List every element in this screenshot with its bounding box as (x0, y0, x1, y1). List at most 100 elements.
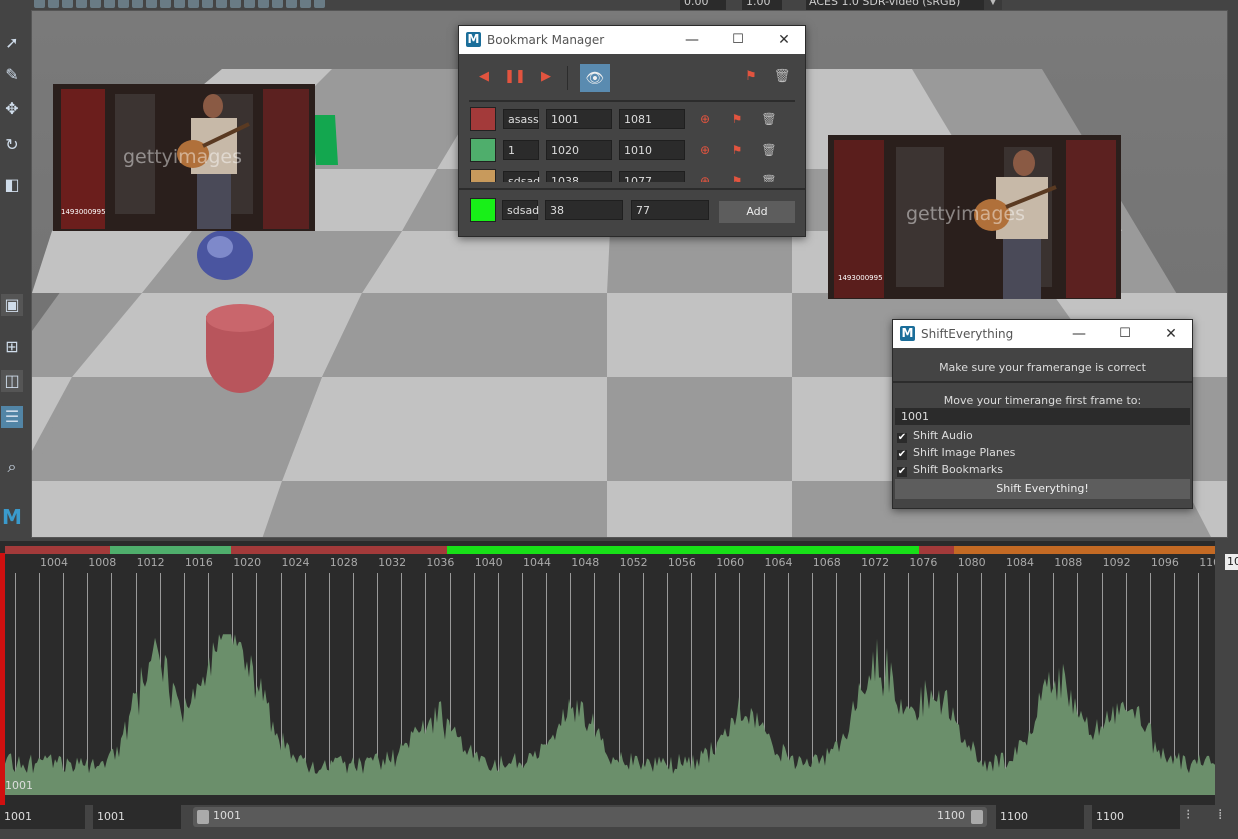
chevron-down-icon[interactable]: ▼ (984, 0, 1002, 10)
delete-icon[interactable]: 🗑 (760, 172, 778, 182)
delete-icon[interactable]: 🗑 (760, 141, 778, 159)
bookmark-icon[interactable]: ⚑ (740, 66, 762, 88)
texture-icon[interactable] (230, 0, 241, 8)
bookmark-end-field[interactable]: 1081 (619, 109, 685, 129)
lasso-icon[interactable] (48, 0, 59, 8)
frame-range-icon[interactable]: ⊕ (696, 110, 714, 128)
bookmark-name-field[interactable]: sdsad (503, 171, 540, 182)
layout-single-icon[interactable]: ▣ (1, 294, 23, 316)
bookmark-bar-lime[interactable] (447, 546, 919, 554)
bookmark-bar-red[interactable] (5, 546, 110, 554)
maximize-button[interactable]: ☐ (1102, 320, 1148, 348)
image-plane-right[interactable]: gettyimages 1493000995 (828, 135, 1121, 299)
light-icon[interactable] (244, 0, 255, 8)
new-bookmark-start-field[interactable]: 38 (545, 200, 623, 220)
checkmark-icon[interactable]: ✔ (897, 467, 907, 477)
film-gate-icon[interactable] (188, 0, 199, 8)
first-frame-input[interactable]: 1001 (895, 408, 1190, 425)
bookmark-color-swatch[interactable] (470, 138, 496, 162)
close-button[interactable]: ✕ (1148, 320, 1194, 348)
animation-start-field[interactable]: 1001 (0, 805, 85, 829)
shift-bookmarks-checkbox[interactable]: ✔ Shift Bookmarks (897, 462, 1003, 477)
bookmark-manager-titlebar[interactable]: M Bookmark Manager — ☐ ✕ (459, 26, 805, 54)
settings-icon[interactable] (146, 0, 157, 8)
playback-options-icon[interactable]: ⁝ (1186, 807, 1190, 823)
bookmark-color-swatch[interactable] (470, 169, 496, 182)
bookmark-row[interactable]: sdsad 1038 1077 ⊕ ⚑ 🗑 (469, 164, 787, 182)
layout-two-icon[interactable]: ◫ (1, 370, 23, 392)
bookmark-row[interactable]: 1 1020 1010 ⊕ ⚑ 🗑 (469, 133, 787, 162)
next-bookmark-icon[interactable]: ▶ (535, 66, 557, 88)
range-slider[interactable]: 1001 1100 (193, 807, 987, 827)
toolbar-icons[interactable] (34, 0, 325, 10)
ao-icon[interactable] (272, 0, 283, 8)
time-slider[interactable]: 1004 1008 1012 1016 1020 1024 1028 1032 1036 1040… (0, 541, 1238, 805)
snap-point-icon[interactable] (104, 0, 115, 8)
previous-bookmark-icon[interactable]: ◀ (473, 66, 495, 88)
pause-icon[interactable]: ❚❚ (504, 66, 526, 88)
snap-curve-icon[interactable] (90, 0, 101, 8)
bookmark-start-field[interactable]: 1001 (546, 109, 612, 129)
layout-outliner-icon[interactable]: ☰ (1, 406, 23, 428)
render-icon[interactable] (118, 0, 129, 8)
maximize-button[interactable]: ☐ (715, 26, 761, 54)
scroll-up-icon[interactable]: ▲ (794, 104, 795, 114)
animation-end-field[interactable]: 1100 (1092, 805, 1180, 829)
bookmark-bar-orange[interactable] (954, 546, 1215, 554)
scroll-icon[interactable]: ⁞ (1218, 807, 1222, 823)
frame-range-icon[interactable]: ⊕ (696, 172, 714, 182)
colorspace-select[interactable]: ACES 1.0 SDR-video (sRGB) ▼ (806, 0, 1002, 10)
scroll-down-icon[interactable]: ▼ (794, 172, 795, 182)
playback-start-field[interactable]: 1001 (93, 805, 181, 829)
shift-audio-checkbox[interactable]: ✔ Shift Audio (897, 428, 973, 443)
add-button[interactable]: Add (719, 201, 795, 223)
shadow-icon[interactable] (258, 0, 269, 8)
trash-icon[interactable]: 🗑 (771, 66, 793, 88)
gamma-field[interactable]: 1.00 (742, 0, 782, 10)
camera-icon[interactable] (160, 0, 171, 8)
range-end-handle[interactable] (971, 810, 983, 824)
bookmark-bar-red[interactable] (231, 546, 447, 554)
shift-image-planes-checkbox[interactable]: ✔ Shift Image Planes (897, 445, 1015, 460)
bookmark-start-field[interactable]: 1020 (546, 140, 612, 160)
bookmark-icon[interactable]: ⚑ (728, 141, 746, 159)
grid-icon[interactable] (174, 0, 185, 8)
wireframe-icon[interactable] (202, 0, 213, 8)
visibility-eye-icon[interactable]: 👁 (580, 64, 610, 92)
exposure-icon[interactable] (314, 0, 325, 8)
image-plane-left[interactable]: gettyimages 1493000995 (53, 84, 315, 231)
scale-tool-icon[interactable]: ◧ (1, 174, 23, 196)
bookmark-end-field[interactable]: 1010 (619, 140, 685, 160)
current-time-field[interactable]: 10 (1225, 554, 1238, 570)
paint-select-icon[interactable]: ✎ (1, 64, 23, 86)
current-time-indicator[interactable] (0, 553, 5, 805)
bookmark-row[interactable]: asass 1001 1081 ⊕ ⚑ 🗑 (469, 102, 787, 131)
xray-icon[interactable] (300, 0, 311, 8)
range-start-handle[interactable] (197, 810, 209, 824)
bookmark-name-field[interactable]: asass (503, 109, 539, 129)
delete-icon[interactable]: 🗑 (760, 110, 778, 128)
select-icon[interactable] (34, 0, 45, 8)
zoom-icon[interactable]: ⌕ (1, 456, 23, 478)
minimize-button[interactable]: — (669, 26, 715, 54)
snap-grid-icon[interactable] (76, 0, 87, 8)
new-bookmark-name-field[interactable]: sdsad (502, 200, 539, 220)
bookmark-bar-red[interactable] (919, 546, 954, 554)
bookmark-list-scrollbar[interactable]: ▲ ▼ (793, 102, 795, 182)
new-bookmark-color-swatch[interactable] (470, 198, 496, 222)
bookmark-end-field[interactable]: 1077 (619, 171, 685, 182)
layout-four-icon[interactable]: ⊞ (1, 336, 23, 358)
bookmark-color-swatch[interactable] (470, 107, 496, 131)
shift-everything-button[interactable]: Shift Everything! (895, 479, 1190, 499)
move-tool-icon[interactable]: ✥ (1, 98, 23, 120)
bookmark-icon[interactable]: ⚑ (728, 110, 746, 128)
paint-icon[interactable] (62, 0, 73, 8)
shift-everything-titlebar[interactable]: M ShiftEverything — ☐ ✕ (893, 320, 1192, 348)
ipr-icon[interactable] (132, 0, 143, 8)
select-tool-icon[interactable]: ➚ (1, 32, 23, 54)
frame-range-icon[interactable]: ⊕ (696, 141, 714, 159)
minimize-button[interactable]: — (1056, 320, 1102, 348)
shaded-icon[interactable] (216, 0, 227, 8)
playback-end-field[interactable]: 1100 (996, 805, 1084, 829)
checkmark-icon[interactable]: ✔ (897, 450, 907, 460)
